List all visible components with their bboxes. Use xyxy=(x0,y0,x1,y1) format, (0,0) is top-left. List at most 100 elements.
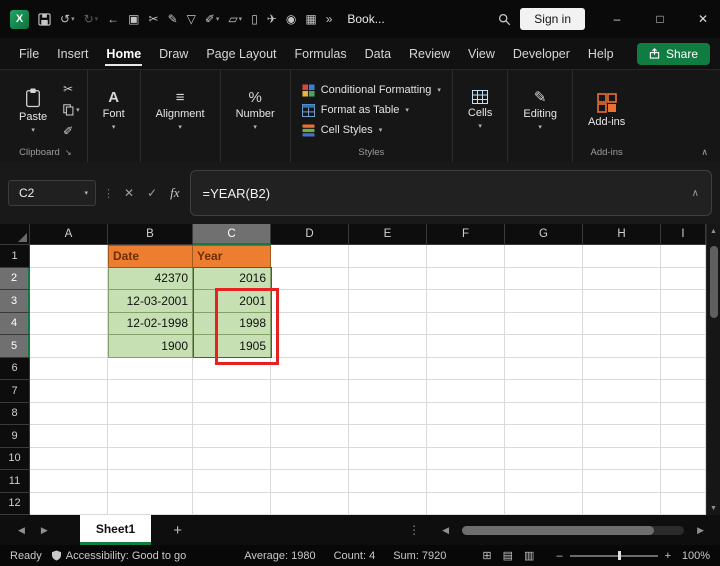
cell-C12[interactable] xyxy=(193,493,271,516)
cell-B6[interactable] xyxy=(108,358,193,381)
cell-B11[interactable] xyxy=(108,470,193,493)
menu-tab-formulas[interactable]: Formulas xyxy=(286,38,356,69)
cell-B4[interactable]: 12-02-1998 xyxy=(108,313,193,336)
row-header-7[interactable]: 7 xyxy=(0,380,30,403)
cell-H2[interactable] xyxy=(583,268,661,291)
sheet-tab-sheet1[interactable]: Sheet1 xyxy=(80,515,151,545)
zoom-in-button[interactable]: + xyxy=(665,550,671,562)
cell-A1[interactable] xyxy=(30,245,108,268)
add-sheet-button[interactable]: + xyxy=(167,522,188,539)
cell-D7[interactable] xyxy=(271,380,349,403)
number-dropdown-button[interactable]: % Number ▾ xyxy=(228,88,283,133)
paste-button[interactable]: Paste ▾ xyxy=(11,85,55,136)
menu-tab-file[interactable]: File xyxy=(10,38,48,69)
row-header-12[interactable]: 12 xyxy=(0,493,30,516)
cell-A12[interactable] xyxy=(30,493,108,516)
cells-dropdown-button[interactable]: Cells ▾ xyxy=(460,88,500,132)
draw-qat-button[interactable]: ✎ xyxy=(168,13,178,25)
scroll-right-icon[interactable]: ▶ xyxy=(689,525,712,536)
cell-B3[interactable]: 12-03-2001 xyxy=(108,290,193,313)
column-header-C[interactable]: C xyxy=(193,224,271,245)
formula-input[interactable]: =YEAR(B2) ∧ xyxy=(190,170,712,216)
horizontal-scrollbar-thumb[interactable] xyxy=(462,526,654,535)
page-break-view-button[interactable]: ▥ xyxy=(524,549,534,562)
column-header-A[interactable]: A xyxy=(30,224,108,245)
insert-function-button[interactable]: fx xyxy=(167,185,182,201)
select-all-corner[interactable] xyxy=(0,224,30,245)
horizontal-scrollbar-track[interactable] xyxy=(462,526,684,535)
cell-B8[interactable] xyxy=(108,403,193,426)
cell-A2[interactable] xyxy=(30,268,108,291)
row-header-6[interactable]: 6 xyxy=(0,358,30,381)
cell-D8[interactable] xyxy=(271,403,349,426)
cell-B10[interactable] xyxy=(108,448,193,471)
cell-F1[interactable] xyxy=(427,245,505,268)
excel-app-icon[interactable]: X xyxy=(10,10,29,29)
maximize-button[interactable]: □ xyxy=(643,0,677,38)
cell-E8[interactable] xyxy=(349,403,427,426)
cell-H12[interactable] xyxy=(583,493,661,516)
scroll-down-icon[interactable]: ▼ xyxy=(710,501,717,515)
row-header-9[interactable]: 9 xyxy=(0,425,30,448)
cell-A10[interactable] xyxy=(30,448,108,471)
cell-C3[interactable]: 2001 xyxy=(193,290,271,313)
copy-button[interactable]: ▾ xyxy=(63,104,80,116)
sheet-nav-left-icon[interactable]: ◀ xyxy=(10,525,33,536)
share-file-qat-button[interactable]: ✈ xyxy=(267,13,277,25)
cell-H11[interactable] xyxy=(583,470,661,493)
cell-C1[interactable]: Year xyxy=(193,245,271,268)
cell-B7[interactable] xyxy=(108,380,193,403)
cell-H9[interactable] xyxy=(583,425,661,448)
cell-I5[interactable] xyxy=(661,335,706,358)
cell-G10[interactable] xyxy=(505,448,583,471)
back-button[interactable]: ← xyxy=(107,13,119,25)
cell-C6[interactable] xyxy=(193,358,271,381)
scroll-up-icon[interactable]: ▲ xyxy=(710,224,717,238)
cell-G9[interactable] xyxy=(505,425,583,448)
eraser-qat-button[interactable]: ▱▾ xyxy=(228,13,242,25)
horizontal-scrollbar[interactable]: ◀ ▶ xyxy=(434,525,712,536)
column-header-B[interactable]: B xyxy=(108,224,193,245)
new-file-qat-button[interactable]: ▯ xyxy=(251,13,258,25)
row-header-3[interactable]: 3 xyxy=(0,290,30,313)
cell-C9[interactable] xyxy=(193,425,271,448)
cell-A3[interactable] xyxy=(30,290,108,313)
cell-D5[interactable] xyxy=(271,335,349,358)
cell-I10[interactable] xyxy=(661,448,706,471)
cell-G7[interactable] xyxy=(505,380,583,403)
cell-E3[interactable] xyxy=(349,290,427,313)
clipboard-dialog-launcher-icon[interactable]: ↘ xyxy=(65,148,72,157)
menu-tab-data[interactable]: Data xyxy=(356,38,400,69)
cell-H1[interactable] xyxy=(583,245,661,268)
cell-D4[interactable] xyxy=(271,313,349,336)
cell-D3[interactable] xyxy=(271,290,349,313)
redo-button[interactable]: ↻▾ xyxy=(84,13,99,25)
search-button[interactable] xyxy=(498,13,511,26)
cell-C8[interactable] xyxy=(193,403,271,426)
collapse-ribbon-button[interactable]: ∧ xyxy=(701,147,708,158)
cell-styles-button[interactable]: Cell Styles ▾ xyxy=(298,123,445,138)
menu-tab-view[interactable]: View xyxy=(459,38,504,69)
cell-I12[interactable] xyxy=(661,493,706,516)
row-header-2[interactable]: 2 xyxy=(0,268,30,291)
cell-D2[interactable] xyxy=(271,268,349,291)
format-painter-button[interactable]: ✐ xyxy=(63,124,80,138)
confirm-formula-button[interactable]: ✓ xyxy=(144,186,160,200)
cell-G5[interactable] xyxy=(505,335,583,358)
vertical-scrollbar[interactable]: ▲ ▼ xyxy=(706,224,720,515)
cell-E2[interactable] xyxy=(349,268,427,291)
cell-D11[interactable] xyxy=(271,470,349,493)
cell-E10[interactable] xyxy=(349,448,427,471)
cell-F5[interactable] xyxy=(427,335,505,358)
cell-E4[interactable] xyxy=(349,313,427,336)
cell-A11[interactable] xyxy=(30,470,108,493)
cell-I7[interactable] xyxy=(661,380,706,403)
cell-H3[interactable] xyxy=(583,290,661,313)
cell-I4[interactable] xyxy=(661,313,706,336)
cell-C5[interactable]: 1905 xyxy=(193,335,271,358)
sheet-nav-right-icon[interactable]: ▶ xyxy=(33,525,56,536)
cell-A7[interactable] xyxy=(30,380,108,403)
page-layout-view-button[interactable]: ▤ xyxy=(503,549,513,562)
cell-F2[interactable] xyxy=(427,268,505,291)
cell-H6[interactable] xyxy=(583,358,661,381)
